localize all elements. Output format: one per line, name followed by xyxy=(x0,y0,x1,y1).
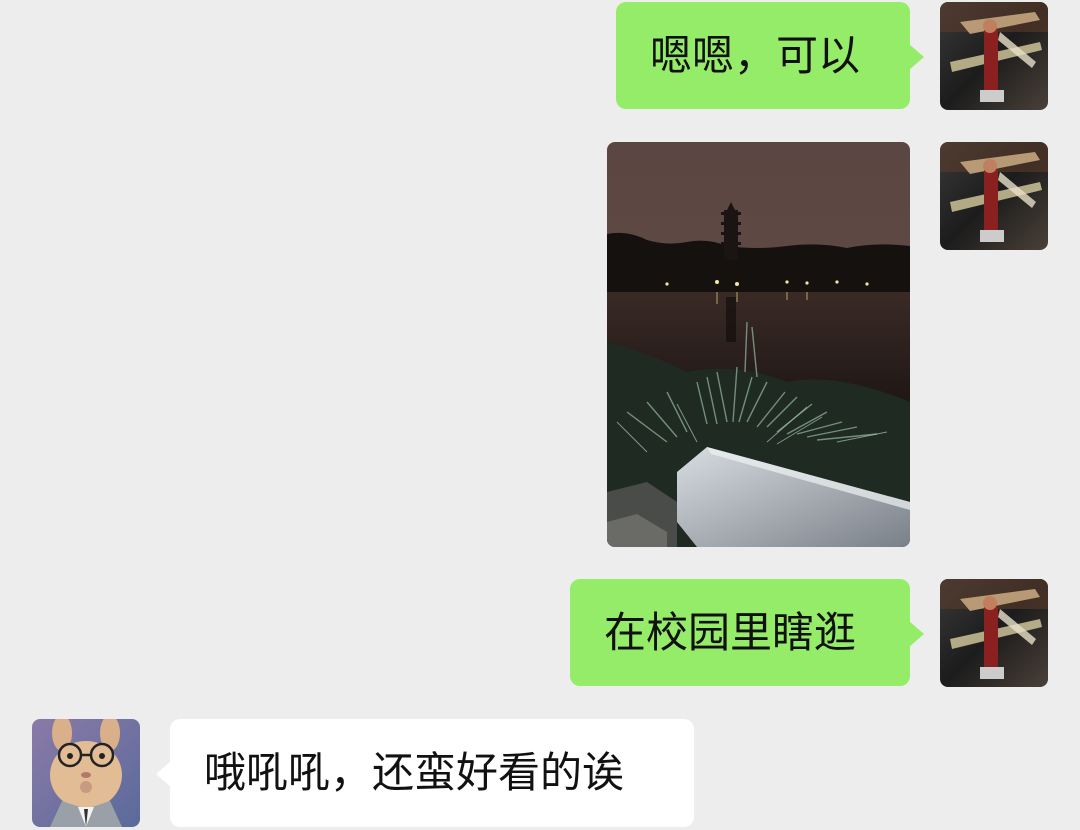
self-avatar[interactable] xyxy=(940,579,1048,687)
night-lake-pagoda-photo[interactable] xyxy=(607,142,910,547)
message-text: 哦吼吼，还蛮好看的诶 xyxy=(204,748,625,797)
message-text: 在校园里瞎逛 xyxy=(604,607,857,657)
rabbit-with-glasses-avatar-icon xyxy=(32,719,140,827)
incoming-message-bubble[interactable]: 哦吼吼，还蛮好看的诶 xyxy=(156,719,694,827)
self-avatar[interactable] xyxy=(940,2,1048,110)
self-avatar[interactable] xyxy=(940,142,1048,250)
outgoing-message-bubble[interactable]: 嗯嗯，可以 xyxy=(616,2,924,109)
self-avatar-figure-icon xyxy=(940,2,1048,110)
self-avatar-figure-icon xyxy=(940,142,1048,250)
night-lake-pagoda-image xyxy=(607,142,910,547)
contact-avatar[interactable] xyxy=(32,719,140,827)
self-avatar-figure-icon xyxy=(940,579,1048,687)
message-text: 嗯嗯，可以 xyxy=(650,30,861,80)
outgoing-message-bubble[interactable]: 在校园里瞎逛 xyxy=(570,579,924,686)
